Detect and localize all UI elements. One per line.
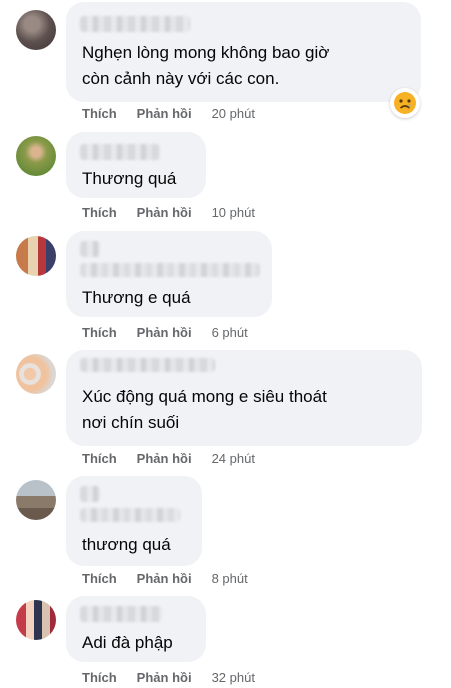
like-button[interactable]: Thích bbox=[82, 106, 117, 121]
commenter-name[interactable] bbox=[80, 358, 215, 372]
commenter-name[interactable] bbox=[80, 606, 162, 622]
reply-button[interactable]: Phản hồi bbox=[137, 670, 192, 685]
commenter-name[interactable] bbox=[80, 486, 100, 502]
comment-bubble: Nghẹn lòng mong không bao giờ còn cảnh n… bbox=[66, 2, 421, 102]
reply-button[interactable]: Phản hồi bbox=[137, 205, 192, 220]
comment-timestamp[interactable]: 10 phút bbox=[212, 205, 255, 220]
reply-button[interactable]: Phản hồi bbox=[137, 571, 192, 586]
avatar[interactable] bbox=[16, 236, 56, 276]
comment-bubble: Adi đà phập bbox=[66, 596, 206, 662]
comment-actions: Thích Phản hồi 20 phút bbox=[82, 106, 255, 121]
sad-face-icon[interactable] bbox=[390, 88, 420, 118]
comment-actions: Thích Phản hồi 8 phút bbox=[82, 571, 248, 586]
commenter-name[interactable] bbox=[80, 16, 190, 32]
commenter-name[interactable] bbox=[80, 144, 160, 160]
comment-actions: Thích Phản hồi 10 phút bbox=[82, 205, 255, 220]
comment-text: Thương quá bbox=[82, 169, 177, 188]
comment-text: Nghẹn lòng mong không bao giờ còn cảnh n… bbox=[82, 43, 330, 88]
like-button[interactable]: Thích bbox=[82, 670, 117, 685]
comment-actions: Thích Phản hồi 32 phút bbox=[82, 670, 255, 685]
comment-bubble: Thương e quá bbox=[66, 231, 272, 317]
comment-text: Xúc động quá mong e siêu thoát nơi chín … bbox=[82, 387, 327, 432]
commenter-name-line2 bbox=[80, 508, 180, 522]
like-button[interactable]: Thích bbox=[82, 571, 117, 586]
comment-timestamp[interactable]: 8 phút bbox=[212, 571, 248, 586]
comment-timestamp[interactable]: 20 phút bbox=[212, 106, 255, 121]
avatar[interactable] bbox=[16, 600, 56, 640]
commenter-name-line2 bbox=[80, 263, 260, 277]
comment-text: thương quá bbox=[82, 535, 171, 554]
avatar[interactable] bbox=[16, 354, 56, 394]
comment-timestamp[interactable]: 32 phút bbox=[212, 670, 255, 685]
comment-bubble: Thương quá bbox=[66, 132, 206, 198]
comment-bubble: Xúc động quá mong e siêu thoát nơi chín … bbox=[66, 350, 422, 446]
avatar[interactable] bbox=[16, 480, 56, 520]
like-button[interactable]: Thích bbox=[82, 205, 117, 220]
comment-actions: Thích Phản hồi 6 phút bbox=[82, 325, 248, 340]
comment-bubble: thương quá bbox=[66, 476, 202, 566]
comment-timestamp[interactable]: 6 phút bbox=[212, 325, 248, 340]
comment-actions: Thích Phản hồi 24 phút bbox=[82, 451, 255, 466]
avatar[interactable] bbox=[16, 10, 56, 50]
reply-button[interactable]: Phản hồi bbox=[137, 106, 192, 121]
comment-text: Adi đà phập bbox=[82, 633, 173, 652]
commenter-name[interactable] bbox=[80, 241, 100, 257]
avatar[interactable] bbox=[16, 136, 56, 176]
reply-button[interactable]: Phản hồi bbox=[137, 325, 192, 340]
comment-timestamp[interactable]: 24 phút bbox=[212, 451, 255, 466]
reply-button[interactable]: Phản hồi bbox=[137, 451, 192, 466]
comment-text: Thương e quá bbox=[82, 288, 191, 307]
like-button[interactable]: Thích bbox=[82, 325, 117, 340]
like-button[interactable]: Thích bbox=[82, 451, 117, 466]
